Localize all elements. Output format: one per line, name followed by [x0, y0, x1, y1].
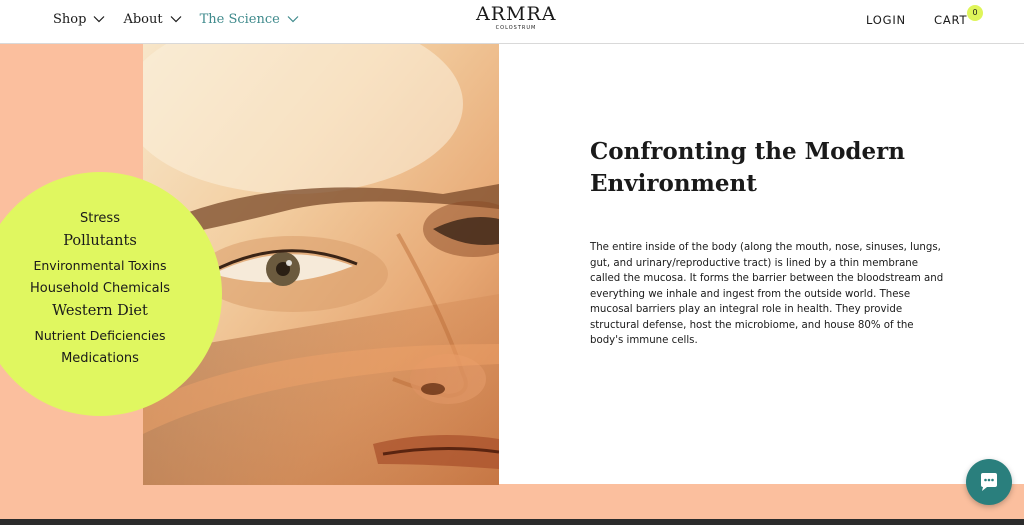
- chat-bubble-icon: [981, 473, 997, 491]
- main-nav: Shop About The Science: [53, 0, 317, 38]
- stressor-western-diet: Western Diet: [52, 303, 148, 319]
- nav-the-science-label: The Science: [199, 11, 280, 27]
- chevron-down-icon: [287, 16, 299, 23]
- chevron-down-icon: [170, 16, 182, 23]
- section-body: The entire inside of the body (along the…: [590, 242, 944, 346]
- logo-subtitle: COLOSTRUM: [495, 25, 537, 31]
- chevron-down-icon: [94, 16, 105, 23]
- logo-wordmark: ARMRA: [476, 3, 557, 25]
- cart-count-badge: 0: [967, 5, 983, 21]
- nav-about[interactable]: About: [123, 11, 182, 27]
- login-link[interactable]: LOGIN: [866, 13, 906, 27]
- stressor-medications: Medications: [61, 351, 139, 366]
- nav-the-science[interactable]: The Science: [200, 12, 299, 27]
- chat-button[interactable]: [966, 459, 1012, 505]
- heading-line-2: Environment: [590, 170, 757, 197]
- heading-line-1: Confronting the Modern: [590, 138, 905, 165]
- brand-logo[interactable]: ARMRA COLOSTRUM: [476, 4, 556, 31]
- stressor-household-chemicals: Household Chemicals: [29, 281, 171, 296]
- nav-shop[interactable]: Shop: [53, 12, 105, 27]
- cart-link[interactable]: CART: [934, 13, 967, 27]
- stressor-pollutants: Pollutants: [63, 233, 137, 249]
- site-header: Shop About The Science ARMRA COLOSTRUM L…: [0, 0, 1024, 44]
- nav-about-label: About: [123, 11, 163, 27]
- stressor-stress: Stress: [80, 211, 120, 226]
- stressor-environmental-toxins: Environmental Toxins: [33, 258, 167, 273]
- section-heading: Confronting the Modern Environment: [590, 136, 910, 200]
- nav-shop-label: Shop: [53, 11, 87, 27]
- next-section-edge: [0, 519, 1024, 525]
- stressor-nutrient-deficiencies: Nutrient Deficiencies: [34, 328, 166, 343]
